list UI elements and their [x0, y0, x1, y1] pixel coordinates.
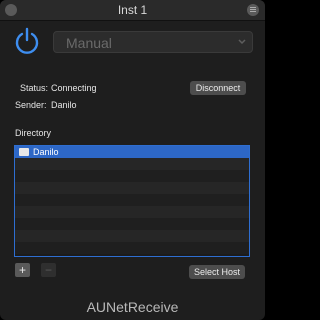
title-bar: Inst 1	[0, 0, 265, 21]
menu-icon[interactable]	[247, 4, 259, 16]
list-row-empty	[15, 182, 249, 194]
host-icon	[19, 148, 29, 156]
select-host-button[interactable]: Select Host	[189, 265, 245, 279]
list-item[interactable]: Danilo	[15, 146, 249, 158]
chevron-down-icon	[238, 39, 246, 45]
power-button[interactable]	[12, 26, 42, 56]
window-title: Inst 1	[117, 3, 148, 17]
plugin-name: AUNetReceive	[86, 299, 179, 315]
sender-value: Danilo	[51, 100, 77, 110]
directory-list[interactable]: Danilo	[14, 145, 250, 257]
status-label: Status:	[20, 83, 49, 93]
directory-label: Directory	[15, 128, 52, 138]
disconnect-button[interactable]: Disconnect	[190, 81, 246, 95]
sender-label: Sender:	[15, 100, 47, 110]
mode-select-value: Manual	[66, 35, 112, 51]
remove-button[interactable]: −	[41, 263, 56, 277]
list-row-empty	[15, 242, 249, 254]
list-row-empty	[15, 194, 249, 206]
mode-select[interactable]: Manual	[53, 31, 253, 53]
list-row-empty	[15, 170, 249, 182]
status-value: Connecting	[51, 83, 97, 93]
list-row-empty	[15, 230, 249, 242]
power-icon	[15, 27, 39, 54]
host-name: Danilo	[33, 147, 59, 157]
list-row-empty	[15, 218, 249, 230]
list-row-empty	[15, 206, 249, 218]
plugin-window: Inst 1 Manual Status: Connecting Disconn…	[0, 0, 265, 320]
add-button[interactable]: +	[15, 263, 30, 277]
list-row-empty	[15, 158, 249, 170]
